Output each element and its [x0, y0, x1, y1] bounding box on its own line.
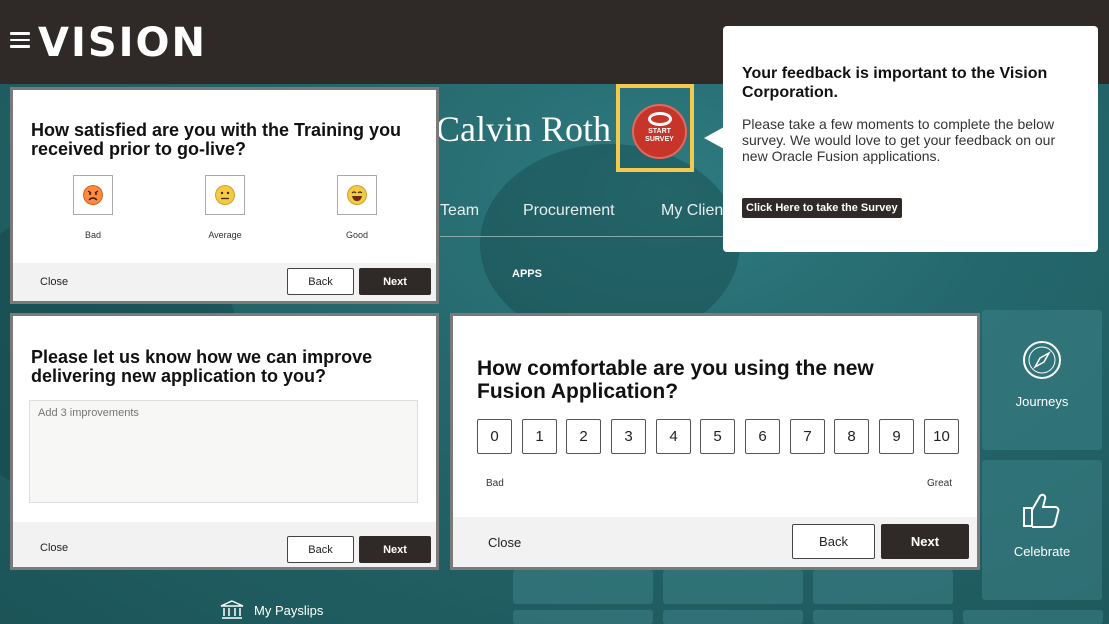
close-link[interactable]: Close — [488, 535, 521, 550]
tab-my-clients[interactable]: My Clien — [661, 202, 723, 220]
option-average-label: Average — [208, 230, 242, 240]
scale-low-label: Bad — [486, 478, 504, 489]
popover-title: Your feedback is important to the Vision… — [742, 65, 1048, 101]
oracle-logo-icon — [647, 112, 672, 126]
back-button[interactable]: Back — [287, 536, 354, 563]
scale-option-4[interactable]: 4 — [656, 419, 691, 454]
start-survey-label: START SURVEY — [645, 128, 674, 143]
tab-procurement[interactable]: Procurement — [523, 202, 615, 220]
tile-misc[interactable] — [813, 570, 953, 604]
survey-card-training: How satisfied are you with the Training … — [10, 87, 439, 304]
next-button[interactable]: Next — [359, 536, 431, 563]
angry-face-icon[interactable] — [73, 175, 113, 215]
tooltip-arrow — [704, 127, 724, 149]
training-question: How satisfied are you with the Training … — [31, 120, 402, 159]
take-survey-button[interactable]: Click Here to take the Survey — [742, 198, 902, 218]
scale-option-0[interactable]: 0 — [477, 419, 512, 454]
popover-body: Please take a few moments to complete th… — [742, 116, 1056, 164]
tile-celebrate[interactable]: Celebrate — [982, 460, 1102, 600]
improve-question: Please let us know how we can improve de… — [31, 347, 373, 386]
improvements-textarea[interactable] — [29, 400, 418, 503]
hamburger-menu-icon[interactable] — [10, 32, 30, 50]
apps-heading: APPS — [512, 268, 542, 280]
scale-option-5[interactable]: 5 — [700, 419, 735, 454]
happy-face-icon[interactable] — [337, 175, 377, 215]
back-button[interactable]: Back — [287, 268, 354, 295]
back-button[interactable]: Back — [792, 524, 875, 559]
feedback-popover: Your feedback is important to the Vision… — [723, 26, 1098, 252]
scale-option-8[interactable]: 8 — [834, 419, 869, 454]
bank-icon — [220, 600, 244, 619]
option-bad-label: Bad — [84, 230, 101, 240]
comfort-question: How comfortable are you using the new Fu… — [477, 357, 874, 403]
profile-name: Calvin Roth — [436, 109, 612, 149]
scale-option-9[interactable]: 9 — [879, 419, 914, 454]
scale-option-7[interactable]: 7 — [790, 419, 825, 454]
tile-performance[interactable] — [663, 570, 803, 604]
scale-high-label: Great — [927, 478, 953, 489]
tile-absences[interactable] — [513, 570, 653, 604]
tile-row3-c[interactable] — [813, 610, 953, 624]
close-link[interactable]: Close — [40, 276, 68, 288]
tile-row3-d[interactable] — [963, 610, 1103, 624]
tab-team[interactable]: Team — [440, 202, 479, 220]
start-survey-button[interactable]: START SURVEY — [632, 104, 687, 159]
tile-row3-a[interactable] — [513, 610, 653, 624]
scale-option-3[interactable]: 3 — [611, 419, 646, 454]
tile-row3-b[interactable] — [663, 610, 803, 624]
close-link[interactable]: Close — [40, 542, 68, 554]
scale-option-10[interactable]: 10 — [924, 419, 959, 454]
compass-icon — [1023, 341, 1061, 379]
tile-journeys[interactable]: Journeys — [982, 310, 1102, 450]
scale-option-6[interactable]: 6 — [745, 419, 780, 454]
thumbs-up-icon — [1023, 493, 1060, 528]
survey-card-comfort: How comfortable are you using the new Fu… — [450, 313, 980, 570]
survey-card-improve: Please let us know how we can improve de… — [10, 313, 439, 570]
start-survey-highlight[interactable]: START SURVEY — [616, 84, 694, 172]
next-button[interactable]: Next — [359, 268, 431, 295]
tile-celebrate-label: Celebrate — [1013, 544, 1071, 559]
my-payslips-link[interactable]: My Payslips — [220, 600, 323, 620]
next-button[interactable]: Next — [881, 524, 969, 559]
scale-option-1[interactable]: 1 — [522, 419, 557, 454]
vision-logo: VISION — [38, 20, 208, 66]
tab-underline — [440, 236, 730, 237]
option-good-label: Good — [345, 230, 369, 240]
my-payslips-label: My Payslips — [254, 602, 324, 618]
scale-option-2[interactable]: 2 — [566, 419, 601, 454]
tile-journeys-label: Journeys — [1015, 394, 1069, 409]
neutral-face-icon[interactable] — [205, 175, 245, 215]
